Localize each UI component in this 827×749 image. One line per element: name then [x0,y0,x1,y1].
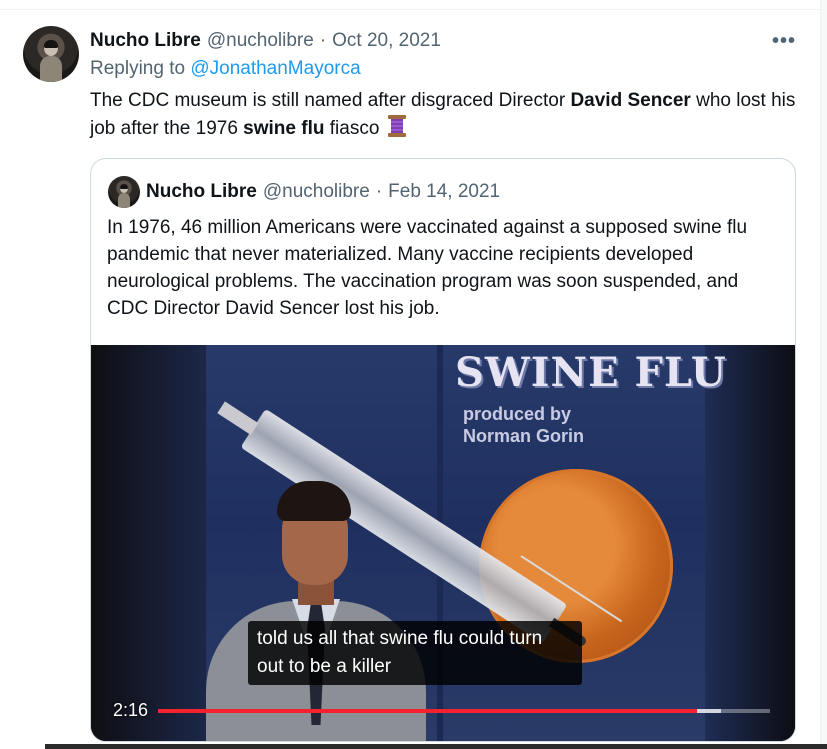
replying-to: Replying to @JonathanMayorca [90,58,361,80]
quoted-author-handle: @nucholibre [262,181,370,202]
video-progress-fill [158,709,697,713]
tweet-text-bold: David Sencer [570,90,691,111]
credit-line: Norman Gorin [463,426,585,446]
credit-line: produced by [463,404,572,424]
scrollbar-track[interactable] [820,0,827,749]
separator-dot: · [319,30,327,51]
tweet-text: The CDC museum is still named after disg… [90,87,805,143]
video-title-art: SWINE FLU [455,349,727,396]
tweet-text-part: fiasco [324,118,380,139]
taskbar-edge [45,744,827,749]
quoted-author-name: Nucho Libre [146,181,257,202]
separator-dot: · [375,181,383,202]
author-handle[interactable]: @nucholibre [207,30,314,52]
quoted-tweet-text: In 1976, 46 million Americans were vacci… [107,217,748,319]
tweet-header: Nucho Libre @nucholibre · Oct 20, 2021 [90,28,441,54]
quoted-tweet-card[interactable]: Nucho Libre @nucholibre · Feb 14, 2021 I… [90,158,796,742]
video-buffer-bar [696,709,722,713]
video-time-remaining: 2:16 [113,700,149,720]
quoted-tweet-date: Feb 14, 2021 [388,181,501,202]
caption-line: out to be a killer [257,656,392,677]
tweet-text-part: The CDC museum is still named after disg… [90,90,571,111]
replying-prefix: Replying to [90,58,186,79]
top-divider [0,0,827,10]
tweet-text-bold: swine flu [243,118,325,139]
tweet-date[interactable]: Oct 20, 2021 [332,30,441,52]
more-options-icon[interactable]: ••• [770,30,798,52]
quoted-author-avatar [108,176,140,208]
author-name[interactable]: Nucho Libre [90,30,201,52]
video-caption: told us all that swine flu could turn ou… [248,621,582,685]
quoted-tweet-header: Nucho Libre @nucholibre · Feb 14, 2021 [146,180,500,204]
video-credit: produced by Norman Gorin [463,403,584,447]
caption-line: told us all that swine flu could turn [257,628,543,649]
spool-of-thread-icon [387,115,407,137]
news-anchor [206,481,426,741]
reply-mention-link[interactable]: @JonathanMayorca [190,58,360,79]
video-player[interactable]: SWINE FLU produced by Norman Gorin told … [91,345,795,741]
author-avatar[interactable] [23,26,79,82]
